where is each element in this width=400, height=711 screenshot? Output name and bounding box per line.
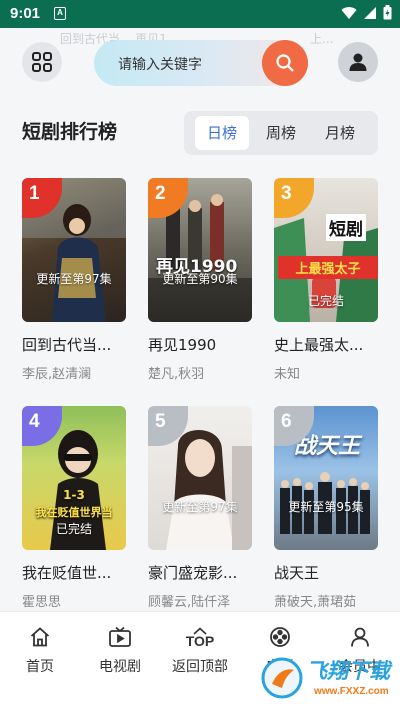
drama-title: 再见1990 <box>148 336 217 354</box>
profile-button[interactable] <box>338 42 378 82</box>
drama-title: 战天王 <box>274 564 320 582</box>
battery-icon <box>383 5 392 20</box>
tab-monthly[interactable]: 月榜 <box>313 116 367 150</box>
drama-card[interactable]: 1 更新至第97集 回到古代当... 李辰,赵清澜 <box>22 178 126 382</box>
tv-icon <box>109 626 131 647</box>
nav-home[interactable]: 首页 <box>8 624 72 676</box>
drama-poster[interactable]: 1-3 我在贬值世界当 4 已完结 <box>22 406 126 550</box>
search-button[interactable] <box>262 40 308 86</box>
update-badge: 更新至第90集 <box>162 272 238 286</box>
drama-card[interactable]: 战天王 6 更新至第95集 战天王 萧破天,萧珺茹 <box>274 406 378 610</box>
drama-cast: 萧破天,萧珺茹 <box>274 595 357 610</box>
drama-poster[interactable]: 再见1990 2 更新至第90集 <box>148 178 252 322</box>
drama-title: 豪门盛宠影... <box>148 564 238 582</box>
user-icon <box>349 53 367 71</box>
drama-card[interactable]: 短剧 上最强太子 3 已完结 史上最强太... 未知 <box>274 178 378 382</box>
search-icon <box>276 54 294 72</box>
top-header: 回到古代当... 再见1... 上... 请输入关键字 <box>0 28 400 96</box>
drama-title: 回到古代当... <box>22 336 112 354</box>
section-title: 短剧排行榜 <box>22 121 118 143</box>
notification-icon: A <box>54 7 66 20</box>
tab-daily[interactable]: 日榜 <box>195 116 249 150</box>
system-icons <box>341 5 392 20</box>
search-input[interactable]: 请输入关键字 <box>118 54 202 74</box>
home-icon <box>30 627 50 647</box>
poster-title-art: 短剧 <box>326 214 366 241</box>
wifi-icon <box>341 6 357 19</box>
drama-cast: 未知 <box>274 367 301 382</box>
grid-icon <box>32 52 52 72</box>
drama-cast: 李辰,赵清澜 <box>22 367 92 382</box>
drama-cast: 楚凡,秋羽 <box>148 367 205 382</box>
status-bar: 9:01 A <box>0 0 400 28</box>
watermark-brand: 飞翔下载 <box>306 659 390 683</box>
drama-card[interactable]: 5 更新至第97集 豪门盛宠影... 顾馨云,陆仟泽 <box>148 406 252 610</box>
drama-cast: 顾馨云,陆仟泽 <box>148 595 231 610</box>
tab-weekly[interactable]: 周榜 <box>254 116 308 150</box>
nav-back-to-top-label: 返回顶部 <box>172 659 228 675</box>
nav-tv[interactable]: 电视剧 <box>88 624 152 676</box>
drama-poster[interactable]: 短剧 上最强太子 3 已完结 <box>274 178 378 322</box>
watermark-logo-icon <box>261 657 303 699</box>
ranking-tabs: 日榜 周榜 月榜 <box>184 111 378 155</box>
update-badge: 更新至第95集 <box>288 500 364 514</box>
user-icon <box>351 627 369 647</box>
scrolled-content-ghost-right: 上... <box>310 32 334 46</box>
drama-title: 史上最强太... <box>274 336 364 354</box>
nav-home-label: 首页 <box>26 659 54 675</box>
drama-title: 我在贬值世... <box>22 564 112 582</box>
drama-cast: 霍思思 <box>22 595 62 610</box>
watermark-url: www.FXXZ.com <box>314 686 389 697</box>
drama-poster[interactable]: 5 更新至第97集 <box>148 406 252 550</box>
top-icon-text: TOP <box>185 633 215 649</box>
search-bar[interactable]: 请输入关键字 <box>94 40 308 86</box>
drama-poster[interactable]: 战天王 6 更新至第95集 <box>274 406 378 550</box>
film-reel-icon <box>270 627 290 647</box>
poster-subtitle-art: 上最强太子 <box>278 256 378 279</box>
status-time: 9:01 <box>10 5 41 22</box>
signal-icon <box>364 6 376 19</box>
update-badge: 更新至第97集 <box>36 272 112 286</box>
site-watermark: 飞翔下载 www.FXXZ.com <box>258 652 398 706</box>
drama-card[interactable]: 1-3 我在贬值世界当 4 已完结 我在贬值世... 霍思思 <box>22 406 126 610</box>
drama-poster[interactable]: 1 更新至第97集 <box>22 178 126 322</box>
category-grid-button[interactable] <box>22 42 62 82</box>
update-badge: 更新至第97集 <box>162 500 238 514</box>
update-badge: 已完结 <box>307 294 344 308</box>
nav-back-to-top[interactable]: TOP 返回顶部 <box>168 624 232 676</box>
nav-tv-label: 电视剧 <box>99 659 141 675</box>
poster-episodes-art: 1-3 <box>63 488 85 502</box>
drama-card[interactable]: 再见1990 2 更新至第90集 再见1990 楚凡,秋羽 <box>148 178 252 382</box>
update-badge: 已完结 <box>55 522 92 536</box>
